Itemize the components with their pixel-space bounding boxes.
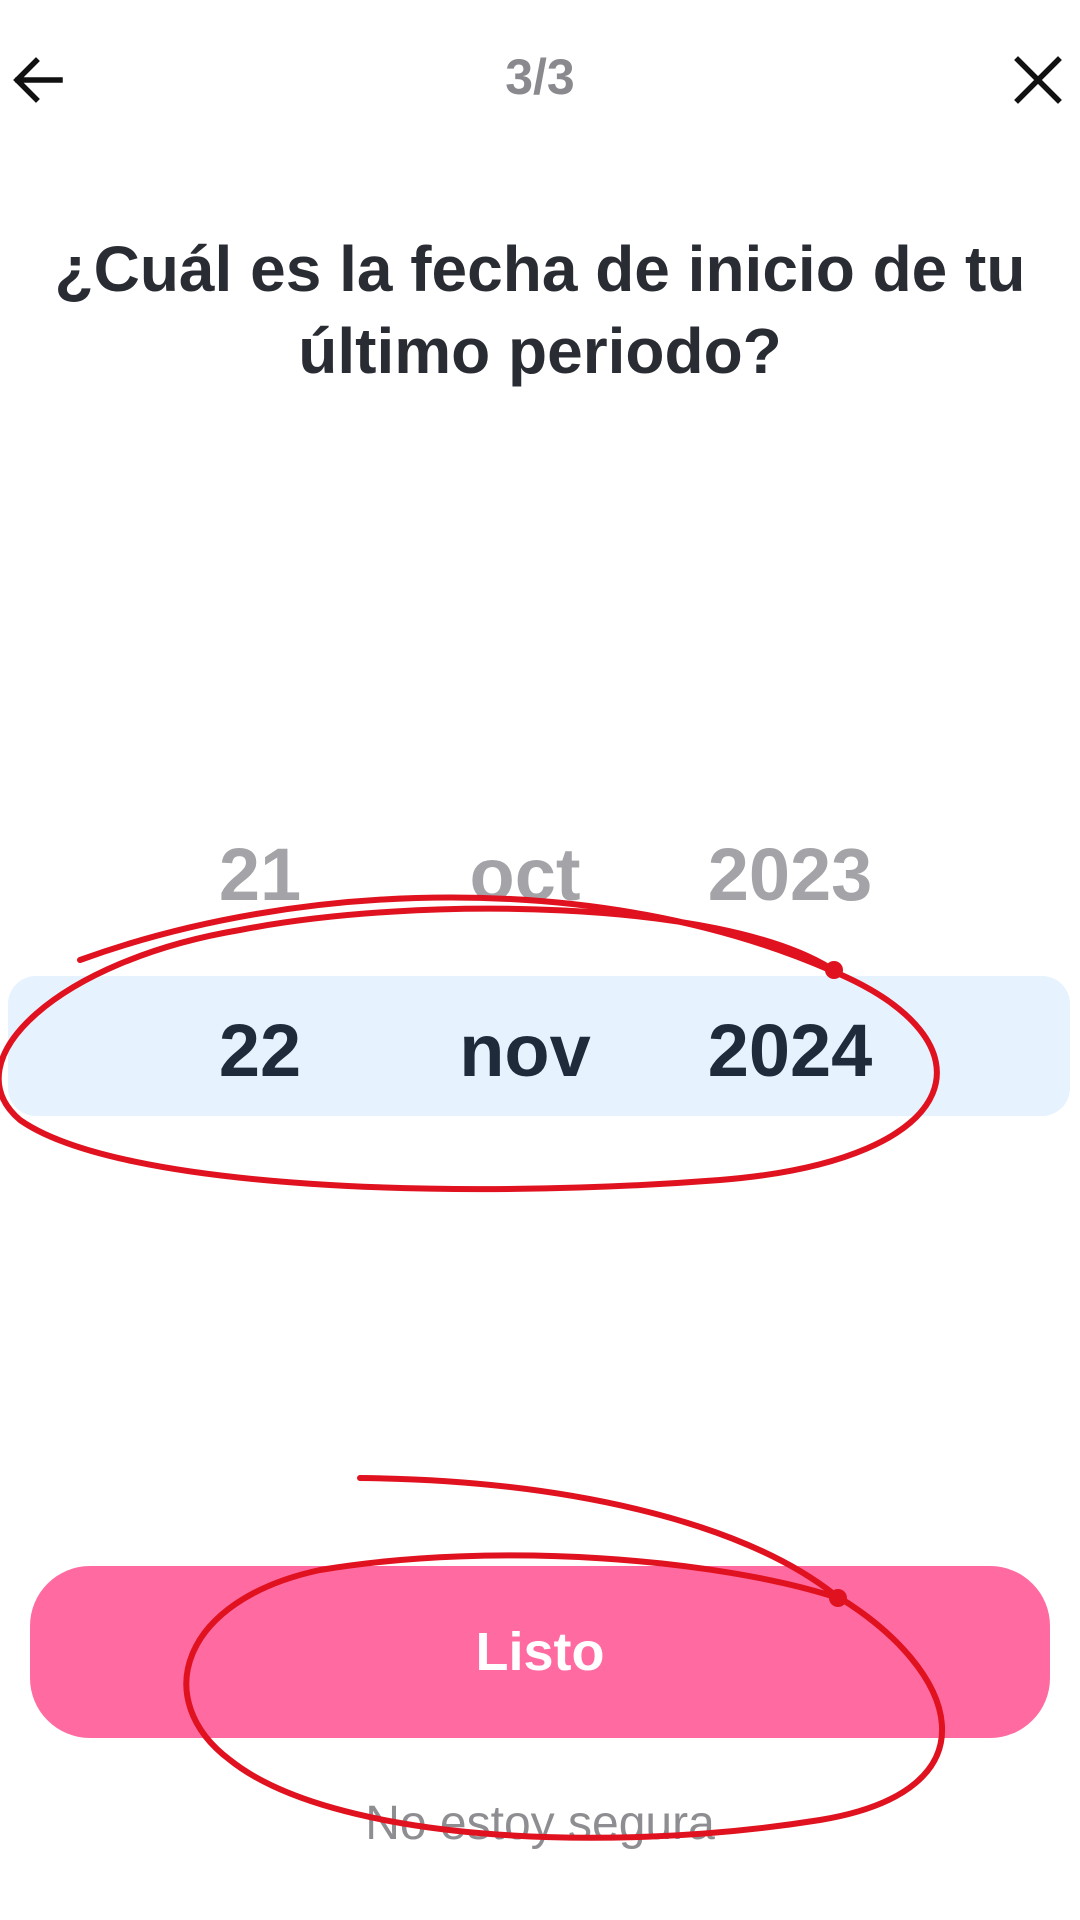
year-selected-option[interactable]: 2024 <box>680 1008 900 1093</box>
question-title: ¿Cuál es la fecha de inicio de tu último… <box>54 233 1026 387</box>
day-previous-option[interactable]: 21 <box>180 832 340 917</box>
step-indicator: 3/3 <box>505 49 575 105</box>
onboarding-screen: 3/3 ¿Cuál es la fecha de inicio de tu úl… <box>0 0 1080 1920</box>
year-wheel[interactable]: 2023 2024 <box>680 790 900 1150</box>
close-button[interactable] <box>1000 42 1076 118</box>
not-sure-link[interactable]: No estoy segura <box>0 1796 1080 1851</box>
top-bar: 3/3 <box>0 30 1080 130</box>
date-picker[interactable]: 21 22 oct nov 2023 2024 <box>0 790 1080 1150</box>
year-previous-option[interactable]: 2023 <box>680 832 900 917</box>
month-wheel[interactable]: oct nov <box>430 790 620 1150</box>
month-selected-option[interactable]: nov <box>430 1008 620 1093</box>
day-selected-option[interactable]: 22 <box>180 1008 340 1093</box>
day-wheel[interactable]: 21 22 <box>180 790 340 1150</box>
close-icon <box>1014 56 1062 104</box>
done-button[interactable]: Listo <box>30 1566 1050 1738</box>
month-previous-option[interactable]: oct <box>430 832 620 917</box>
